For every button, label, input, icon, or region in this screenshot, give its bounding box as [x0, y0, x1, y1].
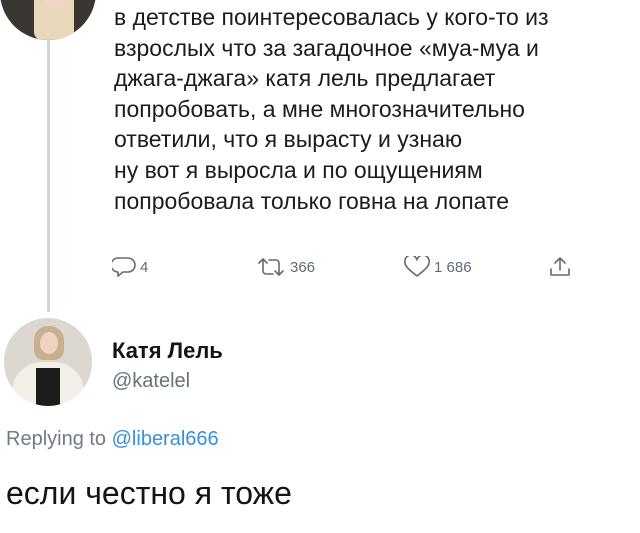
- tweet-text-line: взрослых что за загадочное «муа-муа и: [114, 34, 539, 61]
- share-button[interactable]: [548, 252, 572, 282]
- avatar-face: [40, 332, 58, 354]
- reply-button[interactable]: 4: [112, 252, 148, 282]
- like-button[interactable]: 1 686: [404, 252, 472, 282]
- tweet-text-line: ну вот я выросла и по ощущениям: [114, 156, 483, 183]
- reply-bubble-icon: [112, 256, 136, 278]
- replying-to-prefix: Replying to: [6, 428, 107, 450]
- reply-count: 4: [140, 258, 149, 276]
- replying-to-mention-link[interactable]: @liberal666: [112, 428, 219, 450]
- tweet-text-line: попробовала только говна на лопате: [114, 187, 510, 214]
- original-tweet-text: в детстве поинтересовалась у кого-то из …: [114, 2, 634, 216]
- heart-icon: [404, 256, 430, 278]
- tweet-action-bar: 4 366 1 686: [112, 252, 612, 282]
- tweet-text-line: попробовать, а мне многозначительно: [114, 95, 525, 122]
- tweet-text-line: джага-джага» катя лель предлагает: [114, 65, 496, 92]
- reply-author-name[interactable]: Катя Лель: [112, 338, 223, 364]
- share-icon: [548, 255, 572, 279]
- reply-author-handle[interactable]: @katelel: [112, 370, 190, 393]
- retweet-count: 366: [290, 258, 316, 276]
- retweet-icon: [256, 256, 286, 278]
- reply-author-avatar[interactable]: [4, 318, 92, 406]
- retweet-button[interactable]: 366: [256, 252, 315, 282]
- thread-connector-line: [47, 40, 50, 312]
- like-count: 1 686: [434, 258, 472, 276]
- tweet-text-line: в детстве поинтересовалась у кого-то из: [114, 4, 549, 30]
- avatar-dress: [36, 368, 60, 406]
- original-author-avatar[interactable]: [0, 0, 96, 40]
- reply-tweet-text: если честно я тоже: [6, 475, 292, 511]
- tweet-text-line: ответили, что я вырасту и узнаю: [114, 126, 463, 153]
- replying-to-line: Replying to @liberal666: [6, 428, 219, 451]
